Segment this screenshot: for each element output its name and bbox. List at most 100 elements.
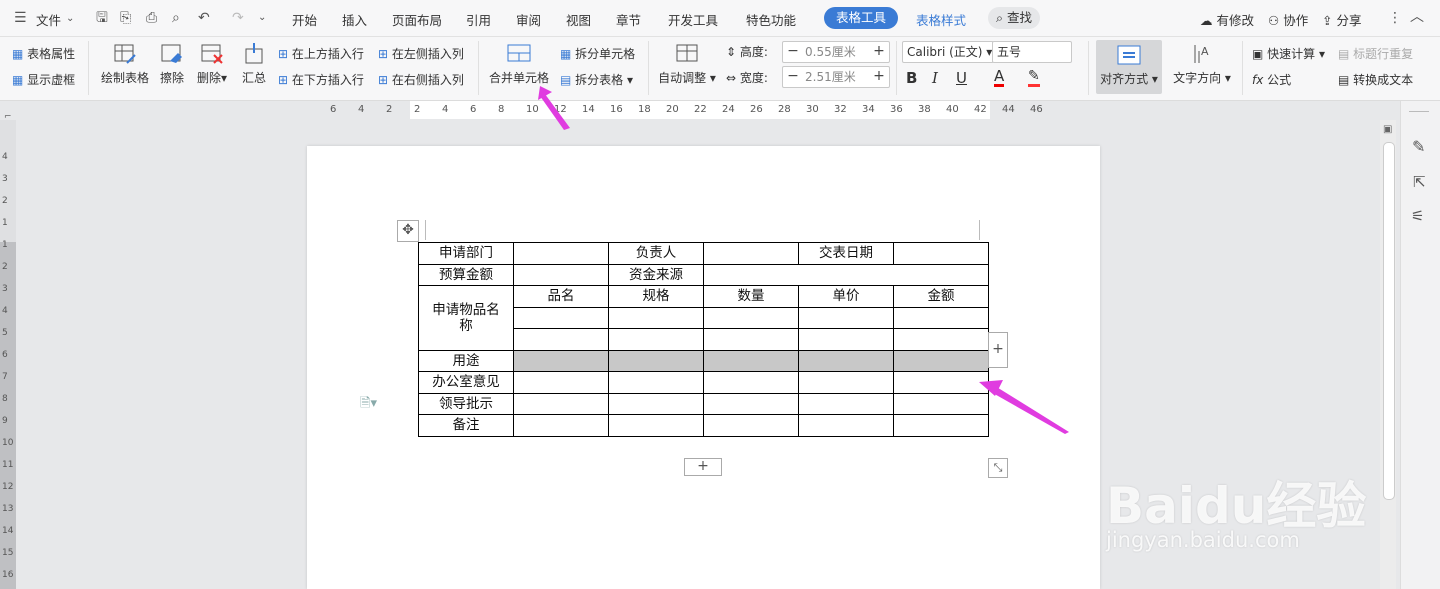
table-cell[interactable] xyxy=(608,414,704,437)
tab-home[interactable]: 开始 xyxy=(292,10,317,29)
table-cell[interactable]: 用途 xyxy=(418,349,514,372)
print-icon[interactable]: ⎙ xyxy=(146,11,157,25)
tab-table-style[interactable]: 表格样式 xyxy=(916,10,966,29)
table-cell[interactable] xyxy=(703,242,799,265)
selected-cell[interactable] xyxy=(798,349,894,372)
table-cell[interactable] xyxy=(608,306,704,329)
table-cell[interactable]: 单价 xyxy=(798,285,894,308)
tab-references[interactable]: 引用 xyxy=(466,10,491,29)
file-menu[interactable]: 文件 xyxy=(36,10,61,29)
undo-icon[interactable]: ↶ xyxy=(198,11,210,25)
table-cell[interactable] xyxy=(608,371,704,394)
height-value[interactable]: 0.55厘米 xyxy=(805,42,856,62)
table-cell[interactable] xyxy=(703,263,989,286)
merge-cells-button[interactable]: 合并单元格 xyxy=(486,43,552,86)
selected-cell[interactable] xyxy=(703,349,799,372)
font-size-select[interactable]: 五号 xyxy=(992,41,1072,63)
more-icon[interactable]: ⋮ xyxy=(1388,11,1402,25)
tab-view[interactable]: 视图 xyxy=(566,10,591,29)
width-value[interactable]: 2.51厘米 xyxy=(805,67,856,87)
vertical-ruler[interactable]: 4 3 2 1 1 2 3 4 5 6 7 8 9 10 11 12 13 14 15 16 xyxy=(0,120,16,589)
draw-table-button[interactable]: 绘制表格 xyxy=(98,43,152,86)
table-cell[interactable]: 申请物品名称 xyxy=(418,285,514,351)
share-button[interactable]: ⇪ 分享 xyxy=(1322,10,1361,29)
underline-icon[interactable]: U xyxy=(956,69,967,87)
customize-toolbar-icon[interactable]: ⌄ xyxy=(258,11,266,25)
show-gridlines-button[interactable]: ▦ 显示虚框 xyxy=(12,71,75,88)
collapse-ribbon-icon[interactable]: ︿ xyxy=(1410,10,1424,24)
text-direction-button[interactable]: A 文字方向 ▾ xyxy=(1170,43,1234,86)
export-icon[interactable]: ⎘ xyxy=(120,11,131,25)
table-cell[interactable]: 金额 xyxy=(893,285,989,308)
table-cell[interactable]: 品名 xyxy=(513,285,609,308)
paragraph-options-icon[interactable]: 🗎▾ xyxy=(360,394,377,416)
add-row-plus-icon[interactable]: + xyxy=(684,458,722,476)
erase-button[interactable]: 擦除 xyxy=(156,43,188,86)
redo-icon[interactable]: ↷ xyxy=(232,11,244,25)
table-cell[interactable] xyxy=(893,306,989,329)
tab-table-tools[interactable]: 表格工具 xyxy=(824,7,899,29)
table-cell[interactable] xyxy=(893,328,989,351)
table-cell[interactable] xyxy=(513,414,609,437)
save-icon[interactable]: 🖫 xyxy=(96,11,108,25)
insert-column-right-button[interactable]: ⊞ 在右侧插入列 xyxy=(378,71,464,88)
collab-button[interactable]: ⚇ 协作 xyxy=(1268,10,1308,29)
table-cell[interactable] xyxy=(703,371,799,394)
height-stepper[interactable]: − 0.55厘米 + xyxy=(782,41,890,63)
scroll-up-icon[interactable]: ▣ xyxy=(1383,124,1392,135)
table-cell[interactable]: 交表日期 xyxy=(798,242,894,265)
font-color-icon[interactable]: A xyxy=(994,69,1005,87)
table-cell[interactable]: 领导批示 xyxy=(418,392,514,415)
table-cell[interactable]: 备注 xyxy=(418,414,514,437)
edit-pen-icon[interactable]: ✎ xyxy=(1412,137,1425,156)
table-cell[interactable]: 预算金额 xyxy=(418,263,514,286)
split-cells-button[interactable]: ▦ 拆分单元格 xyxy=(560,45,635,62)
selected-cell[interactable] xyxy=(513,349,609,372)
insert-row-above-button[interactable]: ⊞ 在上方插入行 xyxy=(278,45,364,62)
table-cell[interactable] xyxy=(798,306,894,329)
table-cell[interactable]: 资金来源 xyxy=(608,263,704,286)
table-cell[interactable] xyxy=(798,371,894,394)
table-cell[interactable]: 数量 xyxy=(703,285,799,308)
table-cell[interactable]: 规格 xyxy=(608,285,704,308)
cursor-select-icon[interactable]: ⇱ xyxy=(1413,173,1426,191)
print-preview-icon[interactable]: ⌕ xyxy=(172,11,180,25)
selected-cell[interactable] xyxy=(608,349,704,372)
align-button[interactable]: 对齐方式 ▾ xyxy=(1096,40,1162,94)
table-cell[interactable] xyxy=(703,328,799,351)
summary-button[interactable]: 汇总 xyxy=(238,43,270,86)
table-move-handle-icon[interactable]: ✥ xyxy=(397,220,419,242)
table-cell[interactable] xyxy=(798,328,894,351)
table-cell[interactable] xyxy=(798,392,894,415)
plus-icon[interactable]: + xyxy=(869,67,889,87)
table-cell[interactable] xyxy=(513,392,609,415)
highlight-icon[interactable]: ✎ xyxy=(1028,69,1040,87)
table-cell[interactable] xyxy=(513,371,609,394)
quick-calc-button[interactable]: ▣ 快速计算 ▾ xyxy=(1252,45,1325,62)
hamburger-menu-icon[interactable]: ☰ xyxy=(14,11,27,25)
repeat-header-button[interactable]: ▤ 标题行重复 xyxy=(1338,45,1413,62)
table-cell[interactable] xyxy=(798,414,894,437)
table-cell[interactable] xyxy=(608,328,704,351)
settings-sliders-icon[interactable]: ⚟ xyxy=(1411,207,1424,225)
tab-special[interactable]: 特色功能 xyxy=(746,10,796,29)
convert-to-text-button[interactable]: ▤ 转换成文本 xyxy=(1338,71,1413,88)
insert-column-left-button[interactable]: ⊞ 在左侧插入列 xyxy=(378,45,464,62)
table-cell[interactable] xyxy=(608,392,704,415)
delete-button[interactable]: 删除▾ xyxy=(194,43,230,86)
resize-table-icon[interactable]: ⤡ xyxy=(988,458,1008,478)
changes-button[interactable]: ☁ 有修改 xyxy=(1200,10,1254,29)
table-cell[interactable] xyxy=(513,263,609,286)
table-cell[interactable]: 申请部门 xyxy=(418,242,514,265)
minus-icon[interactable]: − xyxy=(783,42,803,62)
vertical-scrollbar[interactable]: ▣ xyxy=(1380,120,1396,589)
search-box[interactable]: ⌕ 查找 xyxy=(988,7,1041,29)
selected-cell[interactable] xyxy=(893,349,989,372)
width-stepper[interactable]: − 2.51厘米 + xyxy=(782,66,890,88)
bold-icon[interactable]: B xyxy=(906,69,917,87)
tab-review[interactable]: 审阅 xyxy=(516,10,541,29)
table-cell[interactable] xyxy=(513,306,609,329)
table-cell[interactable] xyxy=(513,242,609,265)
formula-button[interactable]: fx 公式 xyxy=(1252,71,1291,88)
table-cell[interactable] xyxy=(513,328,609,351)
